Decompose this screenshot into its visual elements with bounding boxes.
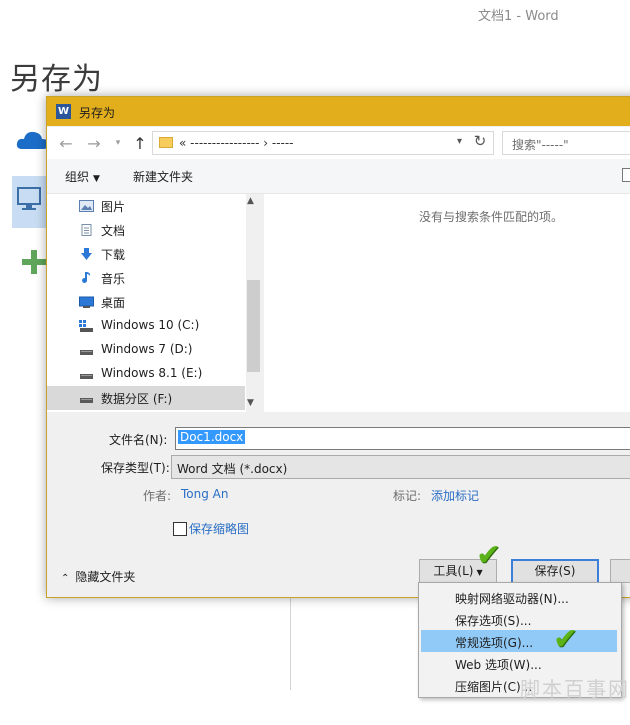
onedrive-icon[interactable] xyxy=(16,127,50,153)
nav-item[interactable]: Windows 7 (D:) xyxy=(47,338,245,362)
check-mark-icon: ✔ xyxy=(476,538,502,573)
filetype-value: Word 文档 (*.docx) xyxy=(177,462,288,476)
back-arrow-icon[interactable]: ← xyxy=(57,134,75,153)
address-bar[interactable]: « ---------------- › ----- xyxy=(152,131,494,155)
nav-item-label: 音乐 xyxy=(101,272,126,286)
music-icon xyxy=(79,272,94,284)
tools-menu-item-label: 保存选项(S)... xyxy=(455,614,532,628)
nav-item-label: 文档 xyxy=(101,224,126,238)
check-mark-icon: ✔ xyxy=(553,622,579,657)
add-place-icon[interactable] xyxy=(22,250,46,274)
hide-folders-label: 隐藏文件夹 xyxy=(75,570,136,584)
file-list-pane[interactable]: 没有与搜索条件匹配的项。 xyxy=(264,194,630,412)
author-field[interactable]: Tong An xyxy=(181,487,228,501)
nav-item[interactable]: 下载 xyxy=(47,242,245,266)
chevron-up-icon: ⌃ xyxy=(61,573,70,584)
desktop-icon xyxy=(79,296,94,308)
word-icon: W xyxy=(56,104,71,119)
nav-item-label: 图片 xyxy=(101,200,126,214)
hide-folders-toggle[interactable]: ⌃ 隐藏文件夹 xyxy=(61,568,135,585)
tools-menu-item[interactable]: Web 选项(W)... xyxy=(421,652,617,674)
tags-label: 标记: xyxy=(393,489,422,503)
filename-label: 文件名(N): xyxy=(109,433,168,447)
filetype-label: 保存类型(T): xyxy=(101,461,170,475)
save-as-dialog: W 另存为 ← → ▾ ↑ « ---------------- › -----… xyxy=(46,96,630,598)
backstage-divider xyxy=(290,590,291,690)
drive-icon xyxy=(79,368,94,380)
dialog-toolbar: 组织 ▼ 新建文件夹 xyxy=(47,159,630,194)
author-label: 作者: xyxy=(143,489,172,503)
tools-menu-item-label: Web 选项(W)... xyxy=(455,658,542,672)
nav-item[interactable]: Windows 8.1 (E:) xyxy=(47,362,245,386)
backstage-heading: 另存为 xyxy=(10,62,103,97)
search-input[interactable]: 搜索"-----" xyxy=(502,131,630,155)
nav-item-label: 桌面 xyxy=(101,296,126,310)
nav-item-label: Windows 10 (C:) xyxy=(101,318,200,332)
nav-item[interactable]: 音乐 xyxy=(47,266,245,290)
chevron-down-icon: ▼ xyxy=(93,174,100,184)
address-dropdown-icon[interactable]: ▾ xyxy=(457,136,462,147)
tools-menu-item-label: 映射网络驱动器(N)... xyxy=(455,592,569,606)
nav-item-label: Windows 7 (D:) xyxy=(101,342,193,356)
documents-icon xyxy=(79,224,94,236)
navigation-pane: 图片文档下载音乐桌面 Windows 10 (C:) Windows 7 (D:) W… xyxy=(47,194,262,412)
nav-item[interactable]: 文档 xyxy=(47,218,245,242)
scroll-down-icon[interactable]: ▼ xyxy=(247,398,254,408)
tools-menu-item[interactable]: 常规选项(G)... xyxy=(421,630,617,652)
pictures-icon xyxy=(79,200,94,212)
nav-item-label: 数据分区 (F:) xyxy=(101,392,173,406)
dialog-title: 另存为 xyxy=(79,106,116,120)
empty-message: 没有与搜索条件匹配的项。 xyxy=(419,210,564,224)
navigation-bar: ← → ▾ ↑ « ---------------- › ----- ▾ ↻ 搜… xyxy=(47,127,630,159)
window-title: 文档1 - Word xyxy=(478,9,559,24)
view-options-icon[interactable] xyxy=(622,168,630,182)
filename-value: Doc1.docx xyxy=(178,430,246,444)
nav-item[interactable]: 数据分区 (F:) xyxy=(47,386,245,410)
tools-menu-item[interactable]: 映射网络驱动器(N)... xyxy=(421,586,617,608)
nav-item[interactable]: Windows 10 (C:) xyxy=(47,314,245,338)
windows-drive-icon xyxy=(79,320,94,332)
save-thumbnail-checkbox[interactable] xyxy=(173,522,187,536)
nav-item[interactable]: 图片 xyxy=(47,194,245,218)
refresh-icon[interactable]: ↻ xyxy=(471,132,489,152)
scroll-thumb[interactable] xyxy=(247,280,260,372)
search-placeholder: 搜索"-----" xyxy=(512,138,569,152)
filename-field[interactable]: Doc1.docx xyxy=(175,427,630,450)
scroll-up-icon[interactable]: ▲ xyxy=(247,196,254,206)
watermark: 脚本百事网 xyxy=(520,677,630,701)
forward-arrow-icon[interactable]: → xyxy=(85,134,103,153)
folder-icon xyxy=(159,137,173,148)
dialog-titlebar[interactable]: W 另存为 xyxy=(47,97,630,126)
organize-label: 组织 xyxy=(65,170,90,184)
tools-menu-item[interactable]: 保存选项(S)... xyxy=(421,608,617,630)
new-folder-button[interactable]: 新建文件夹 xyxy=(133,168,193,185)
tags-field[interactable]: 添加标记 xyxy=(431,487,479,504)
nav-item[interactable]: 桌面 xyxy=(47,290,245,314)
nav-item-label: 下载 xyxy=(101,248,126,262)
drive-icon xyxy=(79,392,94,404)
cancel-button[interactable] xyxy=(610,559,630,583)
save-thumbnail-label[interactable]: 保存缩略图 xyxy=(189,520,249,537)
this-pc-icon[interactable] xyxy=(12,176,46,228)
drive-icon xyxy=(79,344,94,356)
address-path: « ---------------- › ----- xyxy=(179,136,294,150)
tools-button-label: 工具(L) xyxy=(433,564,474,578)
recent-dropdown-icon[interactable]: ▾ xyxy=(109,138,127,148)
nav-item-label: Windows 8.1 (E:) xyxy=(101,366,203,380)
up-arrow-icon[interactable]: ↑ xyxy=(131,134,149,153)
filetype-select[interactable]: Word 文档 (*.docx) xyxy=(171,455,630,479)
tools-menu-item-label: 常规选项(G)... xyxy=(455,636,534,650)
downloads-icon xyxy=(79,248,94,260)
organize-button[interactable]: 组织 ▼ xyxy=(65,168,100,185)
